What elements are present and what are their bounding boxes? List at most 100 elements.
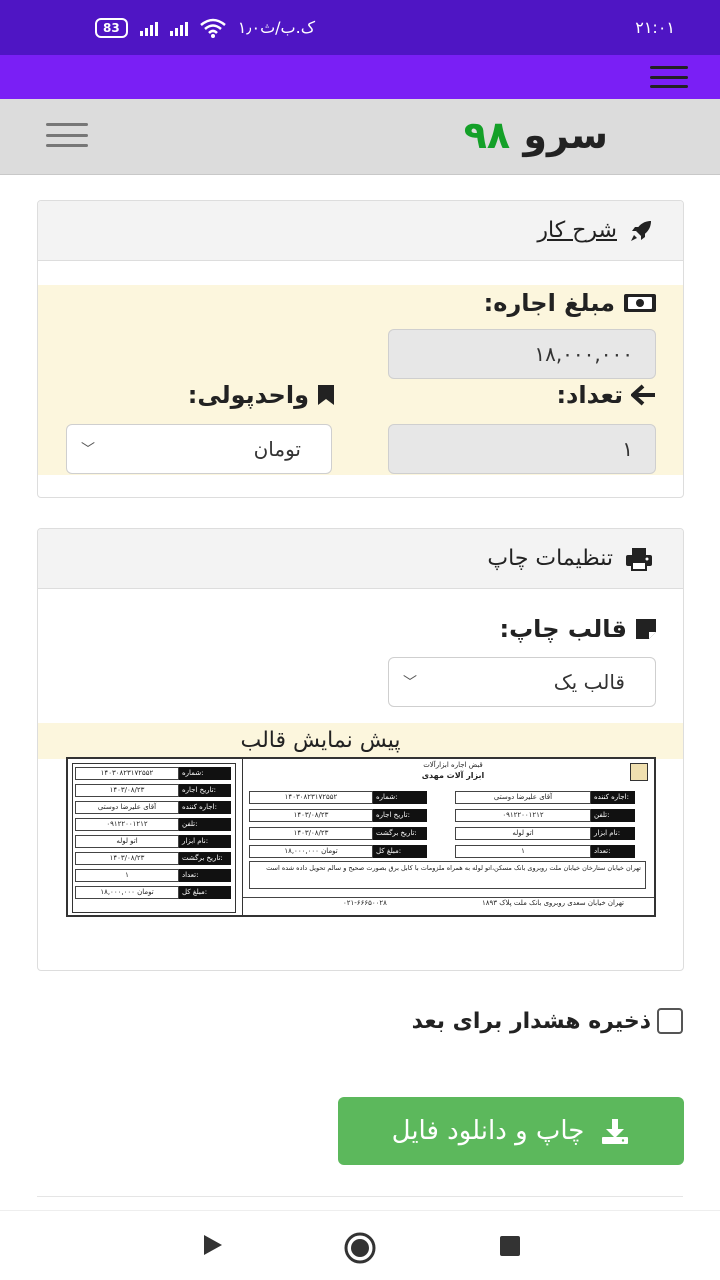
- receipt-value: ۱۴۰۳/۰۸/۲۳: [75, 852, 179, 865]
- receipt-row: ۱۴۰۳/۰۸/۲۳ تاریخ اجاره:: [75, 784, 231, 797]
- divider: [37, 1196, 683, 1197]
- receipt-row: ۱ تعداد:: [75, 869, 231, 882]
- top-app-bar: [0, 55, 720, 99]
- receipt-value: ۱۴۰۳/۰۸/۲۳: [249, 827, 373, 840]
- receipt-value: آقای علیرضا دوستی: [75, 801, 179, 814]
- receipt-row: ۱۴۰۳۰۸۲۳۱۷۲۵۵۲ شماره:: [75, 767, 231, 780]
- receipt-row: ۱ تعداد:: [455, 845, 635, 858]
- count-label-text: تعداد:: [556, 381, 623, 409]
- receipt-logo: [630, 763, 648, 781]
- receipt-title: ابزار آلات مهدی: [421, 771, 485, 780]
- panel-title: شرح کار: [537, 218, 617, 243]
- currency-select[interactable]: ﹀ تومان: [66, 424, 332, 474]
- bookmark-icon: [318, 385, 334, 405]
- receipt-row: ۱۸,۰۰۰,۰۰۰ تومان مبلغ کل:: [249, 845, 427, 858]
- print-template-label: قالب چاپ:: [499, 615, 657, 643]
- receipt-label: نام ابزار:: [591, 827, 635, 840]
- save-warning-checkbox[interactable]: [657, 1008, 683, 1034]
- receipt-label: تعداد:: [179, 869, 231, 882]
- receipt-row: ۰۹۱۲۲۰۰۱۲۱۲ تلفن:: [75, 818, 231, 831]
- receipt-value: ۱۴۰۳۰۸۲۳۱۷۲۵۵۲: [75, 767, 179, 780]
- receipt-value: ۱۸,۰۰۰,۰۰۰ تومان: [249, 845, 373, 858]
- rent-amount-label: مبلغ اجاره:: [484, 289, 657, 317]
- count-field[interactable]: ۱: [388, 424, 656, 474]
- save-warning-row: ذخیره هشدار برای بعد: [412, 1008, 683, 1034]
- receipt-label: تلفن:: [179, 818, 231, 831]
- receipt-value: ۰۹۱۲۲۰۰۱۲۱۲: [455, 809, 591, 822]
- receipt-value: ۱۴۰۳/۰۸/۲۳: [75, 784, 179, 797]
- template-value: قالب یک: [553, 670, 625, 694]
- chevron-down-icon: ﹀: [403, 675, 417, 691]
- receipt-value: ۱۸,۰۰۰,۰۰۰ تومان: [75, 886, 179, 899]
- receipt-label: تاریخ برگشت:: [179, 852, 231, 865]
- receipt-label: تاریخ برگشت:: [373, 827, 427, 840]
- receipt-value: ۱: [75, 869, 179, 882]
- receipt-label: مبلغ کل:: [373, 845, 427, 858]
- receipt-main: قبض اجاره ابزارآلات ابزار آلات مهدی آقای…: [242, 759, 654, 915]
- rent-amount-field[interactable]: ۱۸,۰۰۰,۰۰۰: [388, 329, 656, 379]
- receipt-value: ۱۴۰۳/۰۸/۲۳: [249, 809, 373, 822]
- rocket-icon: [631, 220, 651, 241]
- print-download-button[interactable]: چاپ و دانلود فایل: [338, 1097, 684, 1165]
- receipt-row: ۱۴۰۳۰۸۲۳۱۷۲۵۵۲ شماره:: [249, 791, 427, 804]
- receipt-label: تعداد:: [591, 845, 635, 858]
- form-area: مبلغ اجاره: ۱۸,۰۰۰,۰۰۰ تعداد: واحدپولی: …: [38, 285, 683, 475]
- receipt-label: نام ابزار:: [179, 835, 231, 848]
- receipt-subtitle: قبض اجاره ابزارآلات: [423, 761, 483, 769]
- template-label-text: قالب چاپ:: [499, 615, 627, 643]
- receipt-label: شماره:: [179, 767, 231, 780]
- system-nav-bar: [0, 1210, 720, 1280]
- receipt-row: آقای علیرضا دوستی اجاره کننده:: [75, 801, 231, 814]
- receipt-value: ۱۴۰۳۰۸۲۳۱۷۲۵۵۲: [249, 791, 373, 804]
- receipt-value: اتو لوله: [75, 835, 179, 848]
- signal-icon: [139, 20, 158, 36]
- receipt-row: اتو لوله نام ابزار:: [75, 835, 231, 848]
- print-template-select[interactable]: ﹀ قالب یک: [388, 657, 656, 707]
- recents-icon[interactable]: [499, 1235, 521, 1257]
- brand-logo[interactable]: سرو ۹۸: [464, 113, 608, 157]
- signal-icon-2: [169, 20, 188, 36]
- network-speed: ۱٫۰ک.ب/ث: [237, 18, 316, 37]
- receipt-value: آقای علیرضا دوستی: [455, 791, 591, 804]
- panel-title: تنظیمات چاپ: [487, 546, 613, 571]
- receipt-row: ۱۴۰۳/۰۸/۲۳ تاریخ برگشت:: [249, 827, 427, 840]
- panel-header: شرح کار: [38, 201, 683, 261]
- receipt-preview: ۱۴۰۳۰۸۲۳۱۷۲۵۵۲ شماره: ۱۴۰۳/۰۸/۲۳ تاریخ اجار…: [66, 757, 656, 917]
- receipt-label: تاریخ اجاره:: [373, 809, 427, 822]
- site-header: سرو ۹۸: [0, 99, 720, 175]
- receipt-row: ۱۴۰۳/۰۸/۲۳ تاریخ برگشت:: [75, 852, 231, 865]
- wifi-icon: [199, 18, 226, 38]
- sticky-note-icon: [636, 619, 656, 639]
- menu-icon[interactable]: [650, 66, 688, 88]
- receipt-label: اجاره کننده:: [179, 801, 231, 814]
- print-icon: [626, 547, 652, 571]
- receipt-label: شماره:: [373, 791, 427, 804]
- home-icon[interactable]: [343, 1231, 377, 1265]
- status-icons: 83 ۱٫۰ک.ب/ث: [95, 17, 316, 38]
- brand-word: سرو: [523, 113, 608, 157]
- receipt-stub: ۱۴۰۳۰۸۲۳۱۷۲۵۵۲ شماره: ۱۴۰۳/۰۸/۲۳ تاریخ اجار…: [72, 763, 236, 913]
- receipt-row: ۱۴۰۳/۰۸/۲۳ تاریخ اجاره:: [249, 809, 427, 822]
- print-settings-panel: تنظیمات چاپ قالب چاپ: ﹀ قالب یک پیش نمای…: [37, 528, 684, 971]
- receipt-divider: [243, 897, 654, 898]
- rent-label-text: مبلغ اجاره:: [483, 289, 615, 317]
- receipt-label: تلفن:: [591, 809, 635, 822]
- back-icon[interactable]: [202, 1233, 224, 1257]
- hamburger-icon[interactable]: [46, 123, 88, 147]
- receipt-row: آقای علیرضا دوستی اجاره کننده:: [455, 791, 635, 804]
- receipt-label: تاریخ اجاره:: [179, 784, 231, 797]
- save-warning-label: ذخیره هشدار برای بعد: [411, 1008, 651, 1034]
- brand-number: ۹۸: [463, 113, 511, 157]
- receipt-value: ۰۹۱۲۲۰۰۱۲۱۲: [75, 818, 179, 831]
- receipt-label: مبلغ کل:: [179, 886, 231, 899]
- battery-icon: 83: [95, 17, 128, 38]
- receipt-address: تهران خیابان سعدی روبروی بانک ملت پلاک ۱…: [482, 899, 624, 907]
- system-status-bar: 83 ۱٫۰ک.ب/ث ۲۱:۰۱: [0, 0, 720, 55]
- chevron-down-icon: ﹀: [81, 442, 95, 458]
- receipt-row: ۱۸,۰۰۰,۰۰۰ تومان مبلغ کل:: [75, 886, 231, 899]
- receipt-value: ۱: [455, 845, 591, 858]
- currency-value: تومان: [253, 437, 301, 461]
- preview-title: پیش نمایش قالب: [38, 723, 683, 759]
- currency-label: واحدپولی:: [188, 381, 335, 409]
- receipt-row: ۰۹۱۲۲۰۰۱۲۱۲ تلفن:: [455, 809, 635, 822]
